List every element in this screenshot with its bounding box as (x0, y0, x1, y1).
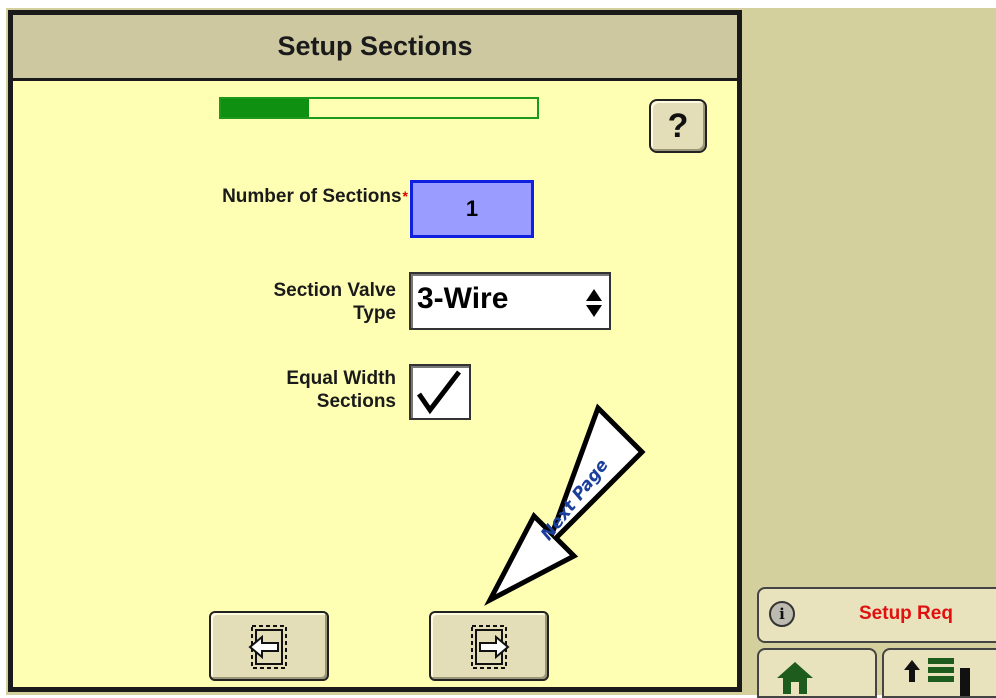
top-edge (0, 0, 996, 8)
progress-bar (219, 97, 539, 119)
status-button[interactable]: i Setup Req (757, 587, 996, 643)
home-button[interactable] (757, 648, 877, 698)
section-valve-type-select[interactable]: 3-Wire (409, 272, 611, 330)
previous-page-button[interactable] (209, 611, 329, 681)
section-valve-type-label: Section Valve Type (163, 279, 396, 325)
layout-button[interactable] (882, 648, 996, 698)
dialog-title: Setup Sections (13, 15, 737, 81)
progress-bar-fill (221, 99, 310, 117)
equal-width-sections-label: Equal Width Sections (163, 367, 396, 413)
next-page-button[interactable] (429, 611, 549, 681)
info-icon: i (769, 601, 795, 627)
number-of-sections-label-text: Number of Sections (222, 186, 402, 207)
up-down-arrows-icon (586, 289, 602, 317)
help-button[interactable]: ? (649, 99, 707, 153)
page-forward-icon (471, 625, 510, 669)
up-arrow-grid-icon (904, 658, 970, 696)
section-valve-type-value: 3-Wire (417, 282, 509, 315)
page-back-icon (248, 625, 287, 669)
number-of-sections-label: Number of Sections* (103, 185, 408, 208)
section-valve-type-label-line1: Section Valve (273, 280, 396, 301)
required-marker: * (402, 188, 408, 204)
number-of-sections-input[interactable]: 1 (410, 180, 534, 238)
checkmark-icon (416, 370, 461, 415)
status-text: Setup Req (859, 603, 953, 624)
left-edge (0, 8, 6, 695)
equal-width-sections-label-line2: Sections (316, 391, 396, 412)
section-valve-type-label-line2: Type (353, 303, 396, 324)
equal-width-sections-label-line1: Equal Width (286, 368, 396, 389)
home-icon (777, 662, 813, 694)
equal-width-sections-checkbox[interactable] (409, 364, 471, 420)
